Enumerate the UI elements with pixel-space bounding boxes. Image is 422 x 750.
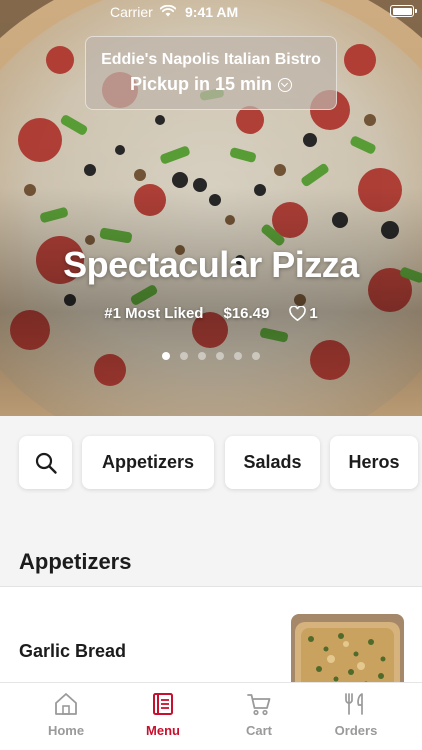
carousel-dot[interactable] xyxy=(252,352,260,360)
wifi-icon xyxy=(160,5,176,17)
section-title: Appetizers xyxy=(19,549,132,574)
hero-price: $16.49 xyxy=(223,305,270,322)
tab-orders-label: Orders xyxy=(334,723,378,738)
status-time: 9:41 AM xyxy=(185,4,239,20)
store-name: Eddie's Napolis Italian Bistro xyxy=(101,51,321,68)
search-button[interactable] xyxy=(19,436,72,489)
carousel-dot[interactable] xyxy=(216,352,224,360)
tab-home[interactable]: Home xyxy=(21,691,111,738)
hero-title: Spectacular Pizza xyxy=(63,244,359,285)
battery-icon xyxy=(390,5,417,17)
hero-meta: #1 Most Liked $16.49 1 xyxy=(0,305,422,322)
menu-icon xyxy=(153,693,173,715)
search-icon xyxy=(35,452,57,474)
category-bar: Appetizers Salads Heros xyxy=(0,416,422,526)
status-bar: Carrier 9:41 AM xyxy=(0,0,422,24)
carousel-dot[interactable] xyxy=(162,352,170,360)
tab-menu[interactable]: Menu xyxy=(118,691,208,738)
category-chip-appetizers[interactable]: Appetizers xyxy=(82,436,214,489)
category-chip-salads[interactable]: Salads xyxy=(225,436,320,489)
store-selector[interactable]: Eddie's Napolis Italian Bistro Pickup in… xyxy=(85,36,337,110)
pickup-label: Pickup in 15 min xyxy=(129,74,273,94)
menu-item-name: Garlic Bread xyxy=(19,641,127,661)
like-count: 1 xyxy=(309,305,318,322)
tab-menu-label: Menu xyxy=(146,723,180,738)
tab-home-label: Home xyxy=(47,723,85,738)
cart-icon xyxy=(247,694,271,716)
tab-orders[interactable]: Orders xyxy=(311,691,401,738)
carousel-dot[interactable] xyxy=(198,352,206,360)
chevron-down-icon xyxy=(278,77,293,92)
carrier-label: Carrier xyxy=(110,4,153,20)
carousel-indicator[interactable] xyxy=(0,352,422,360)
category-chip-heros[interactable]: Heros xyxy=(330,436,418,489)
hero-banner[interactable]: Carrier 9:41 AM Eddie's Napolis Italian … xyxy=(0,0,422,416)
pickup-time: Pickup in 15 min xyxy=(86,74,336,95)
carousel-dot[interactable] xyxy=(180,352,188,360)
like-button[interactable]: 1 xyxy=(289,305,318,322)
orders-icon xyxy=(345,693,363,715)
heart-icon xyxy=(289,306,307,321)
home-icon xyxy=(55,693,77,715)
tab-cart[interactable]: Cart xyxy=(214,691,304,738)
carousel-dot[interactable] xyxy=(234,352,242,360)
hero-rank: #1 Most Liked xyxy=(104,305,204,322)
menu-item-row[interactable]: Garlic Bread xyxy=(0,587,422,704)
tab-cart-label: Cart xyxy=(245,723,272,738)
tab-bar: Home Menu Cart Orders xyxy=(0,682,422,750)
